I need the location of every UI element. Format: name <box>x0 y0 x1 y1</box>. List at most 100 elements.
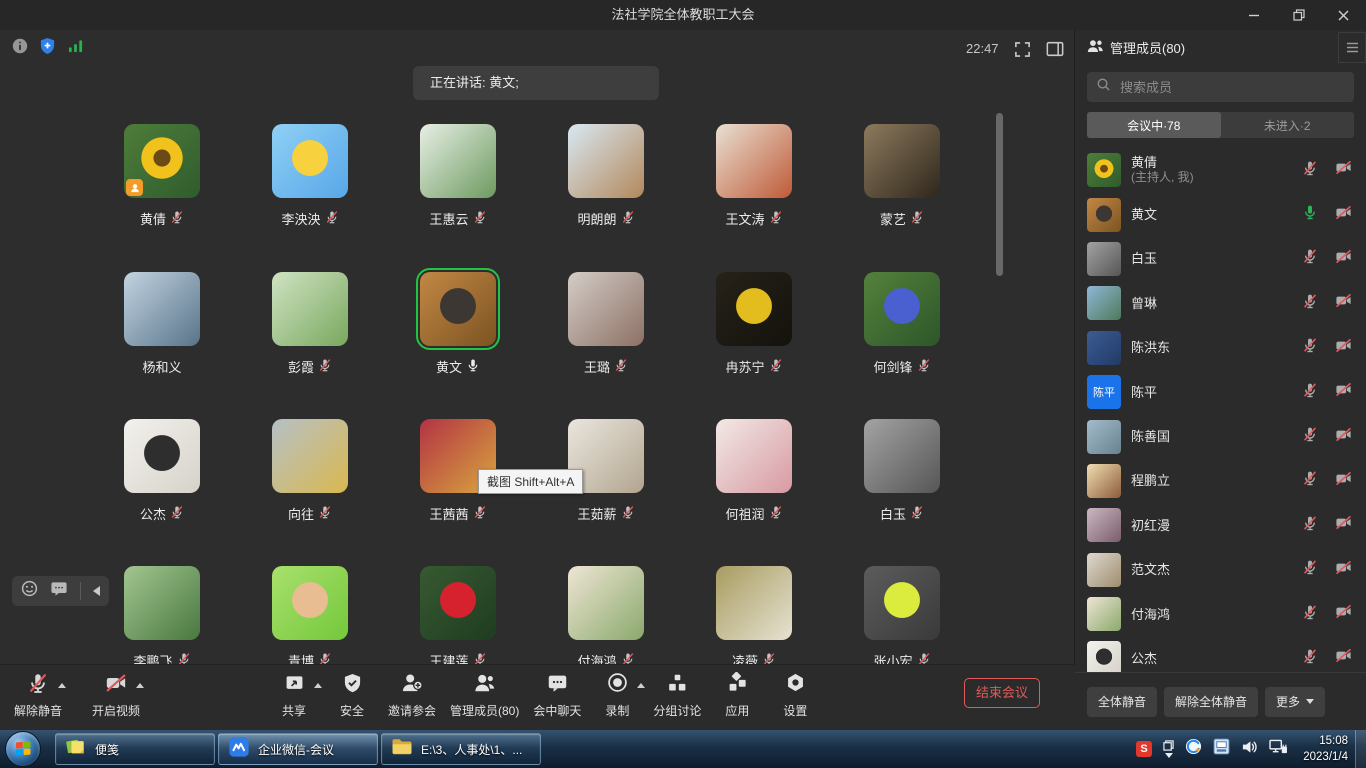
member-row[interactable]: 黄倩(主持人, 我) <box>1075 148 1366 192</box>
member-row[interactable]: 曾琳 <box>1075 281 1366 325</box>
participant-tile[interactable]: 冉苏宁 <box>680 268 828 374</box>
participant-tile[interactable]: 蒙艺 <box>828 120 976 226</box>
toolbar-item-breakout[interactable]: 分组讨论 <box>653 675 701 719</box>
emoji-reaction-icon[interactable] <box>21 580 38 602</box>
participant-tile[interactable]: 王茜茜 <box>384 415 532 521</box>
taskbar-clock[interactable]: 15:08 2023/1/4 <box>1268 733 1348 765</box>
mic-muted-icon[interactable] <box>1302 515 1318 536</box>
chat-bubble-icon[interactable] <box>50 581 68 602</box>
camera-off-icon[interactable] <box>1335 514 1352 536</box>
sogou-icon[interactable]: S <box>1136 741 1152 757</box>
participant-tile[interactable]: 白玉 <box>828 415 976 521</box>
speaker-icon[interactable] <box>1241 739 1258 760</box>
panel-menu-button[interactable] <box>1338 32 1366 63</box>
collapse-panel-icon[interactable] <box>93 586 100 596</box>
mic-muted-icon[interactable] <box>1302 382 1318 403</box>
participant-tile[interactable]: 杨和义 <box>88 268 236 374</box>
close-button[interactable] <box>1321 0 1366 30</box>
info-icon[interactable] <box>12 38 28 59</box>
participant-tile[interactable]: 何祖润 <box>680 415 828 521</box>
toolbar-item-mic-muted[interactable]: 解除静音 <box>14 675 62 719</box>
show-desktop-button[interactable] <box>1355 730 1366 768</box>
camera-off-icon[interactable] <box>1335 426 1352 448</box>
mic-muted-icon[interactable] <box>1302 160 1318 181</box>
toolbar-item-record[interactable]: 录制 <box>595 675 639 719</box>
participant-tile[interactable]: 王惠云 <box>384 120 532 226</box>
toolbar-item-share[interactable]: 共享 <box>272 675 316 719</box>
more-button[interactable]: 更多 <box>1265 687 1325 717</box>
participant-tile[interactable]: 李鹏飞 <box>88 562 236 668</box>
participant-tile[interactable]: 明朗朗 <box>532 120 680 226</box>
search-input[interactable] <box>1118 79 1345 96</box>
toolbar-item-apps[interactable]: 应用 <box>715 675 759 719</box>
camera-off-icon[interactable] <box>1335 603 1352 625</box>
participant-tile[interactable]: 王璐 <box>532 268 680 374</box>
camera-off-icon[interactable] <box>1335 647 1352 669</box>
member-search-box[interactable] <box>1087 72 1354 102</box>
member-row[interactable]: 黄文 <box>1075 192 1366 236</box>
participant-tile[interactable]: 王茹薪 <box>532 415 680 521</box>
participant-tile[interactable]: 张小宏 <box>828 562 976 668</box>
layout-switch-icon[interactable] <box>1046 41 1064 62</box>
member-row[interactable]: 陈善国 <box>1075 414 1366 458</box>
member-row[interactable]: 初红漫 <box>1075 503 1366 547</box>
participant-tile[interactable]: 黄文 <box>384 268 532 374</box>
security-shield-icon[interactable] <box>39 37 56 60</box>
participant-tile[interactable]: 王文涛 <box>680 120 828 226</box>
mute-all-button[interactable]: 全体静音 <box>1087 687 1157 717</box>
unmute-all-button[interactable]: 解除全体静音 <box>1164 687 1258 717</box>
camera-off-icon[interactable] <box>1335 248 1352 270</box>
tab-in-meeting[interactable]: 会议中·78 <box>1087 112 1221 138</box>
participant-tile[interactable]: 向往 <box>236 415 384 521</box>
window-restore-tray-icon[interactable] <box>1163 740 1174 758</box>
camera-off-icon[interactable] <box>1335 559 1352 581</box>
qq-icon[interactable] <box>1185 738 1202 760</box>
toolbar-item-invite[interactable]: 邀请参会 <box>388 675 436 719</box>
participant-tile[interactable]: 青博 <box>236 562 384 668</box>
camera-off-icon[interactable] <box>1335 159 1352 181</box>
camera-off-icon[interactable] <box>1335 337 1352 359</box>
member-row[interactable]: 陈平 陈平 <box>1075 370 1366 414</box>
toolbar-item-settings[interactable]: 设置 <box>773 675 817 719</box>
taskbar-button[interactable]: 企业微信-会议 <box>218 733 378 765</box>
fullscreen-icon[interactable] <box>1014 41 1031 63</box>
end-meeting-button[interactable]: 结束会议 <box>964 678 1040 708</box>
toolbar-item-members[interactable]: 管理成员(80) <box>450 675 519 719</box>
participant-tile[interactable]: 黄倩 <box>88 120 236 226</box>
participant-tile[interactable]: 彭霞 <box>236 268 384 374</box>
member-row[interactable]: 付海鸿 <box>1075 592 1366 636</box>
camera-off-icon[interactable] <box>1335 204 1352 226</box>
mic-muted-icon[interactable] <box>1302 248 1318 269</box>
participant-tile[interactable]: 王建莲 <box>384 562 532 668</box>
toolbar-item-camera-off[interactable]: 开启视频 <box>92 675 140 719</box>
member-row[interactable]: 公杰 <box>1075 636 1366 672</box>
mic-muted-icon[interactable] <box>1302 470 1318 491</box>
mic-muted-icon[interactable] <box>1302 426 1318 447</box>
toolbar-item-shield-check[interactable]: 安全 <box>330 675 374 719</box>
camera-off-icon[interactable] <box>1335 381 1352 403</box>
participant-tile[interactable]: 何剑锋 <box>828 268 976 374</box>
mic-muted-icon[interactable] <box>1302 559 1318 580</box>
mic-muted-icon[interactable] <box>1302 293 1318 314</box>
participant-tile[interactable]: 付海鸿 <box>532 562 680 668</box>
grid-scrollbar-thumb[interactable] <box>996 113 1003 276</box>
taskbar-button[interactable]: 便笺 <box>55 733 215 765</box>
camera-off-icon[interactable] <box>1335 292 1352 314</box>
minimize-button[interactable] <box>1231 0 1276 30</box>
member-row[interactable]: 白玉 <box>1075 237 1366 281</box>
taskbar-button[interactable]: E:\3、人事处\1、... <box>381 733 541 765</box>
participant-tile[interactable]: 公杰 <box>88 415 236 521</box>
mic-muted-icon[interactable] <box>1302 604 1318 625</box>
start-button[interactable] <box>5 731 41 767</box>
camera-off-icon[interactable] <box>1335 470 1352 492</box>
participant-tile[interactable]: 凌薇 <box>680 562 828 668</box>
member-row[interactable]: 陈洪东 <box>1075 326 1366 370</box>
ime-icon[interactable] <box>1213 738 1230 760</box>
mic-on-icon[interactable] <box>1302 204 1318 225</box>
mic-muted-icon[interactable] <box>1302 648 1318 669</box>
network-signal-icon[interactable] <box>67 38 84 59</box>
member-row[interactable]: 程鹏立 <box>1075 459 1366 503</box>
restore-button[interactable] <box>1276 0 1321 30</box>
tab-not-joined[interactable]: 未进入·2 <box>1221 112 1355 138</box>
toolbar-item-chat[interactable]: 会中聊天 <box>533 675 581 719</box>
